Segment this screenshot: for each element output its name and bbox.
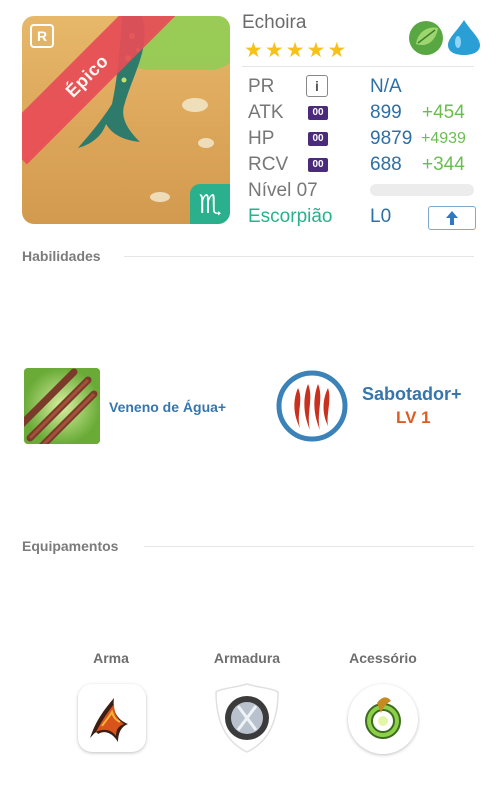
water-element-icon [448,20,480,55]
level-label: Nível 07 [248,180,318,201]
equipment-section-title: Equipamentos [22,538,119,554]
skills-divider [124,256,474,257]
hp-badge: 00 [308,132,328,146]
weapon-label: Arma [93,650,129,666]
atk-badge: 00 [308,106,328,120]
atk-value: 899 [370,102,402,123]
level-progress-bar [370,184,474,196]
leaf-element-icon [409,21,443,55]
atk-label: ATK [248,102,284,123]
accessory-label: Acessório [349,650,417,666]
shield-armor-icon [225,696,269,740]
skill2-icon[interactable] [276,370,348,447]
rcv-value: 688 [370,154,402,175]
pr-value: N/A [370,76,402,97]
skill2-level: LV 1 [396,408,431,427]
element-icons [408,18,482,61]
monster-name: Echoira [242,12,307,33]
zodiac-icon: ♏ [190,184,230,224]
weapon-slot[interactable] [78,684,146,752]
arrow-up-icon [446,211,458,225]
skill1-icon[interactable] [24,368,100,444]
rank-badge: R [30,24,54,48]
armor-slot[interactable] [212,682,282,754]
zodiac-level: L0 [370,206,392,227]
atk-bonus: +454 [422,102,465,123]
star-rating: ★★★★★ [244,38,348,63]
zodiac-label: Escorpião [248,206,333,227]
skill1-name: Veneno de Água+ [109,399,227,415]
ring-accessory-icon [365,697,401,739]
equipment-divider [144,546,474,547]
skill2-name: Sabotador+ [362,384,462,404]
star-icon: ★ [285,39,307,62]
star-icon: ★ [244,39,265,62]
pr-label: PR [248,76,275,97]
rock-decoration [182,98,208,112]
monster-portrait[interactable]: Épico R ♏ [22,16,230,224]
armor-label: Armadura [213,650,281,666]
rcv-bonus: +344 [422,154,465,175]
header-divider [242,66,474,67]
accessory-slot[interactable] [348,684,418,754]
rock-decoration [150,192,170,202]
rcv-label: RCV [248,154,289,175]
skills-section-title: Habilidades [22,248,101,264]
rcv-badge: 00 [308,158,328,172]
info-icon[interactable]: i [306,75,328,97]
star-icon: ★ [264,39,286,62]
rock-decoration [198,138,214,148]
hp-label: HP [248,128,275,149]
upgrade-button[interactable] [428,206,476,230]
hp-bonus: +4939 [421,130,466,147]
star-icon: ★ [306,39,328,62]
hp-value: 9879 [370,128,413,149]
claw-weapon-icon [90,698,128,742]
star-icon: ★ [327,39,349,62]
